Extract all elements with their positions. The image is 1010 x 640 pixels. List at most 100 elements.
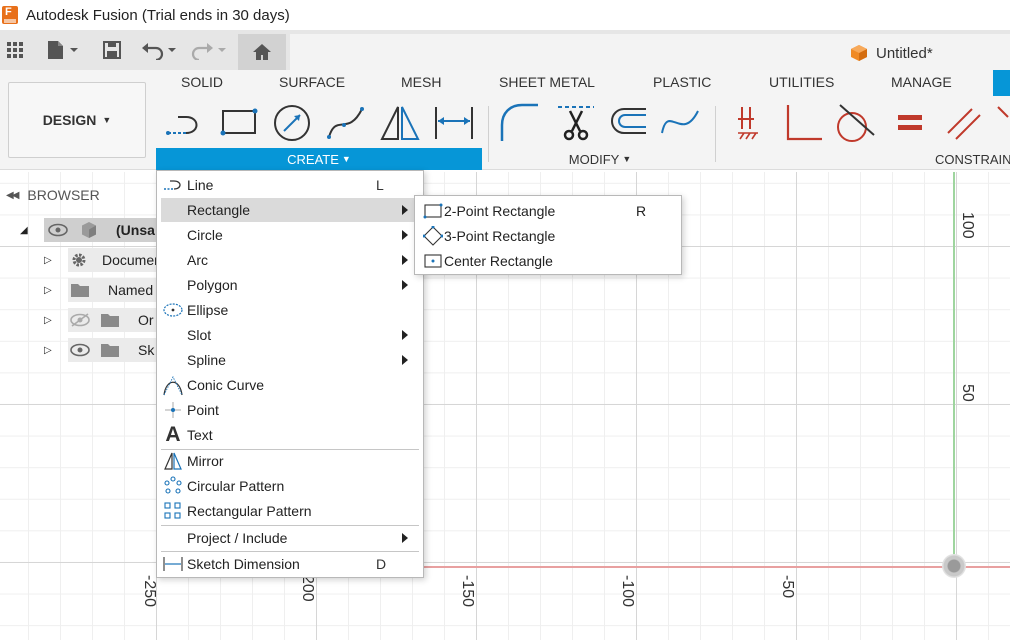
- submenu-item-center-rectangle[interactable]: Center Rectangle: [416, 249, 680, 273]
- save-icon[interactable]: [100, 38, 124, 62]
- app-grid-icon[interactable]: [4, 38, 26, 62]
- caret-down-icon: ▼: [102, 115, 112, 125]
- eye-hidden-icon[interactable]: [70, 313, 90, 327]
- menu-item-sketch-dimension[interactable]: Sketch Dimension D: [158, 552, 422, 576]
- menu-item-rectangular-pattern[interactable]: Rectangular Pattern: [158, 499, 422, 523]
- offset-tool-icon[interactable]: [608, 103, 648, 143]
- submenu-arrow-icon: [402, 230, 408, 240]
- tab-plastic[interactable]: PLASTIC: [653, 74, 711, 90]
- menu-item-polygon[interactable]: Polygon: [158, 273, 422, 297]
- browser-row-label: Sk: [138, 342, 155, 358]
- equal-constraint-icon[interactable]: [890, 103, 930, 143]
- line-tool-icon[interactable]: [164, 103, 204, 143]
- mirror-tool-icon[interactable]: [380, 103, 420, 143]
- menu-item-slot[interactable]: Slot: [158, 323, 422, 347]
- fusion-logo-icon: F: [2, 6, 18, 24]
- two-point-rectangle-icon: [422, 199, 444, 223]
- tab-sheet-metal[interactable]: SHEET METAL: [499, 74, 595, 90]
- axis-label-x: -150: [459, 575, 476, 608]
- perpendicular-constraint-icon[interactable]: [784, 103, 824, 143]
- folder-icon: [71, 284, 89, 297]
- folder-icon: [101, 314, 119, 327]
- menu-item-circular-pattern[interactable]: Circular Pattern: [158, 474, 422, 498]
- menu-item-circle[interactable]: Circle: [158, 223, 422, 247]
- menu-item-text[interactable]: A Text: [158, 423, 422, 447]
- menu-item-arc[interactable]: Arc: [158, 248, 422, 272]
- ribbon: DESIGN ▼ SOLID SURFACE MESH SHEET METAL …: [0, 70, 1010, 170]
- tab-sketch-active[interactable]: [993, 70, 1010, 96]
- tab-manage[interactable]: MANAGE: [891, 74, 952, 90]
- fillet-tool-icon[interactable]: [500, 103, 540, 143]
- caret-down-icon: ▼: [622, 154, 632, 164]
- submenu-arrow-icon: [402, 205, 408, 215]
- change-parameters-tool-icon[interactable]: [660, 103, 700, 143]
- create-group-label[interactable]: CREATE ▼: [156, 148, 482, 170]
- mirror-icon: [161, 449, 185, 473]
- sketch-dimension-icon: [161, 552, 185, 576]
- axis-label-y: 100: [959, 212, 976, 239]
- tab-solid[interactable]: SOLID: [181, 74, 223, 90]
- browser-title: BROWSER: [27, 187, 100, 203]
- eye-icon[interactable]: [70, 343, 90, 357]
- title-bar: F Autodesk Fusion (Trial ends in 30 days…: [0, 0, 1010, 30]
- submenu-arrow-icon: [402, 330, 408, 340]
- component-icon: [82, 222, 96, 238]
- gear-icon: [72, 253, 86, 267]
- submenu-item-3-point-rectangle[interactable]: 3-Point Rectangle: [416, 224, 680, 248]
- browser-row-label: Documen: [102, 252, 162, 268]
- tab-surface[interactable]: SURFACE: [279, 74, 345, 90]
- document-cube-icon: [851, 45, 867, 61]
- collapsed-triangle-icon[interactable]: ▷: [44, 315, 52, 326]
- menu-item-rectangle[interactable]: Rectangle: [161, 198, 417, 222]
- menu-item-project-include[interactable]: Project / Include: [158, 526, 422, 550]
- tab-mesh[interactable]: MESH: [401, 74, 441, 90]
- expanded-triangle-icon[interactable]: ◢: [20, 225, 28, 236]
- center-rectangle-icon: [422, 249, 444, 273]
- sketch-dimension-tool-icon[interactable]: [434, 103, 474, 143]
- submenu-item-2-point-rectangle[interactable]: 2-Point Rectangle R: [416, 199, 680, 223]
- menu-item-line[interactable]: Line L: [158, 173, 422, 197]
- trim-tool-icon[interactable]: [556, 103, 596, 143]
- parallel-constraint-icon[interactable]: [944, 103, 984, 143]
- rectangle-submenu: 2-Point Rectangle R 3-Point Rectangle Ce…: [414, 195, 682, 275]
- x-axis-line: [420, 566, 1010, 568]
- origin-point[interactable]: [942, 554, 966, 578]
- collapsed-triangle-icon[interactable]: ▷: [44, 345, 52, 356]
- create-dropdown-menu: Line L Rectangle Circle Arc Polygon Elli…: [156, 170, 424, 578]
- collapse-panel-icon[interactable]: ◀◀: [6, 190, 19, 201]
- spline-tool-icon[interactable]: [326, 103, 366, 143]
- modify-group-label[interactable]: MODIFY ▼: [500, 148, 700, 170]
- menu-item-conic-curve[interactable]: Conic Curve: [158, 373, 422, 397]
- document-name: Untitled*: [876, 44, 933, 62]
- browser-header[interactable]: ◀◀ BROWSER: [0, 183, 160, 207]
- rectangle-tool-icon[interactable]: [218, 103, 258, 143]
- submenu-arrow-icon: [402, 255, 408, 265]
- collapsed-triangle-icon[interactable]: ▷: [44, 285, 52, 296]
- rectangular-pattern-icon: [161, 499, 185, 523]
- three-point-rectangle-icon: [422, 224, 444, 248]
- circle-tool-icon[interactable]: [272, 103, 312, 143]
- menu-item-point[interactable]: Point: [158, 398, 422, 422]
- eye-icon[interactable]: [48, 223, 68, 237]
- undo-icon[interactable]: [140, 38, 180, 62]
- collapsed-triangle-icon[interactable]: ▷: [44, 255, 52, 266]
- menu-item-mirror[interactable]: Mirror: [158, 449, 422, 473]
- submenu-arrow-icon: [402, 355, 408, 365]
- workspace-switcher-button[interactable]: DESIGN ▼: [8, 82, 146, 158]
- constrain-group-label[interactable]: CONSTRAIN: [905, 148, 1010, 170]
- tab-utilities[interactable]: UTILITIES: [769, 74, 834, 90]
- folder-icon: [101, 344, 119, 357]
- home-icon: [253, 44, 271, 60]
- tangent-constraint-icon[interactable]: [836, 103, 876, 143]
- submenu-arrow-icon: [402, 533, 408, 543]
- root-component-name: (Unsa: [116, 222, 155, 238]
- menu-item-spline[interactable]: Spline: [158, 348, 422, 372]
- collinear-constraint-icon[interactable]: [996, 103, 1010, 143]
- document-tab[interactable]: Untitled*: [290, 34, 1010, 70]
- caret-down-icon: ▼: [341, 154, 351, 164]
- home-button[interactable]: [238, 34, 286, 70]
- redo-icon[interactable]: [188, 38, 228, 62]
- menu-item-ellipse[interactable]: Ellipse: [158, 298, 422, 322]
- fix-constraint-icon[interactable]: [732, 103, 772, 143]
- file-menu-icon[interactable]: [44, 38, 82, 62]
